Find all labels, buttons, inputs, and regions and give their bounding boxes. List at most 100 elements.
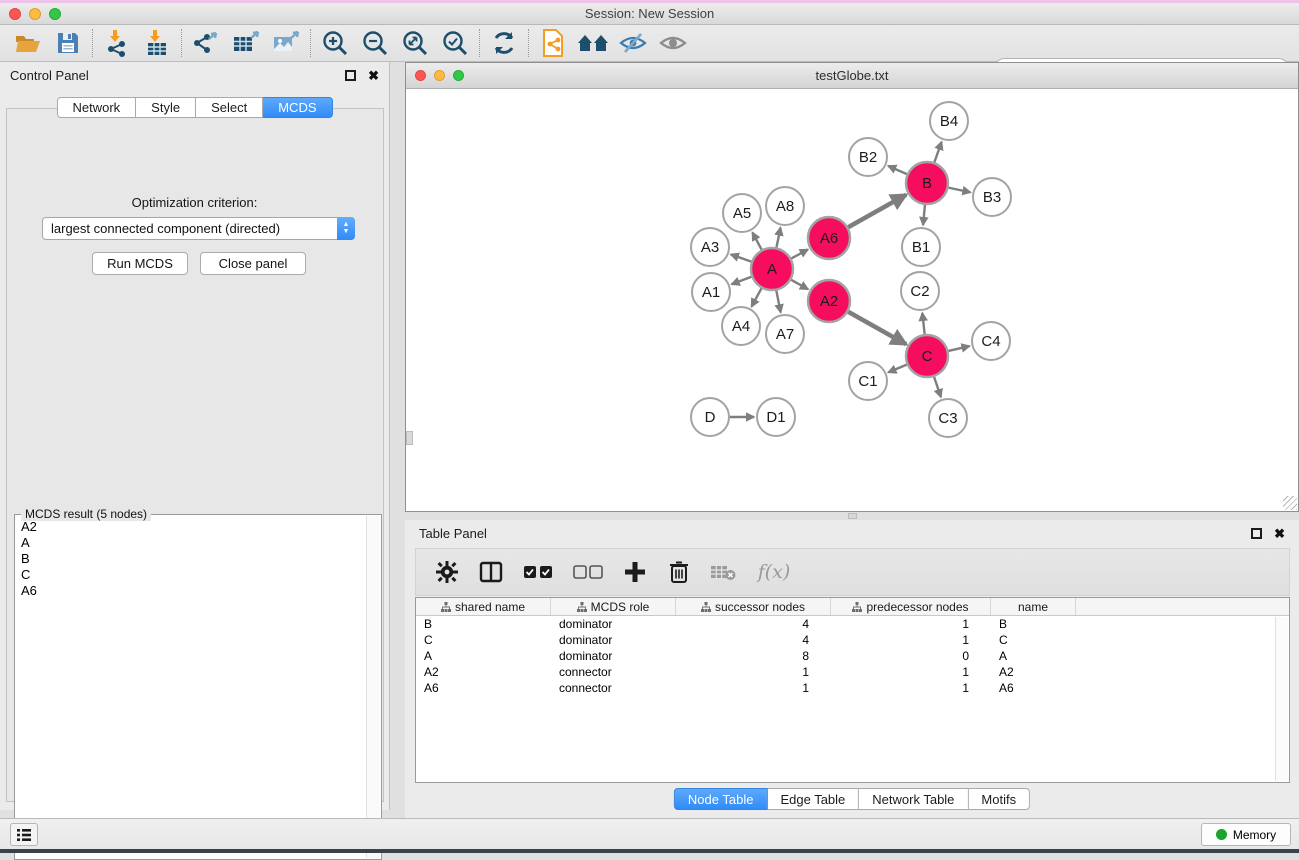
function-builder-button[interactable]: f(x) — [752, 557, 796, 587]
graph-node-A[interactable]: A — [751, 248, 793, 290]
window-resize-grip-icon[interactable] — [1283, 496, 1297, 510]
graph-node-B[interactable]: B — [906, 162, 948, 204]
create-column-button[interactable] — [620, 557, 650, 587]
cell-mcds-role[interactable]: connector — [551, 664, 676, 680]
zoom-out-button[interactable] — [355, 27, 395, 59]
zoom-in-button[interactable] — [315, 27, 355, 59]
splitter-grip[interactable] — [848, 513, 857, 519]
show-graphics-details-button[interactable] — [653, 27, 693, 59]
graph-node-C2[interactable]: C2 — [901, 272, 939, 310]
cell-mcds-role[interactable]: dominator — [551, 616, 676, 632]
tab-node-table[interactable]: Node Table — [674, 788, 768, 810]
cell-shared-name[interactable]: A2 — [416, 664, 551, 680]
export-network-button[interactable] — [186, 27, 226, 59]
select-all-columns-button[interactable] — [520, 557, 556, 587]
graph-node-C3[interactable]: C3 — [929, 399, 967, 437]
float-table-panel-icon[interactable] — [1251, 528, 1262, 539]
table-row[interactable]: Adominator80A — [416, 648, 1289, 664]
cell-name[interactable]: A6 — [991, 680, 1076, 696]
graph-node-A3[interactable]: A3 — [691, 228, 729, 266]
column-header-name[interactable]: name — [991, 598, 1076, 615]
minimize-window-button[interactable] — [29, 8, 41, 20]
cell-name[interactable]: A2 — [991, 664, 1076, 680]
run-mcds-button[interactable]: Run MCDS — [92, 252, 188, 275]
graph-edge-A-A4[interactable] — [752, 288, 762, 306]
mcds-result-item[interactable]: A2 — [16, 519, 366, 535]
cell-successor-nodes[interactable]: 1 — [676, 680, 831, 696]
memory-button[interactable]: Memory — [1201, 823, 1291, 846]
tab-motifs[interactable]: Motifs — [968, 788, 1030, 810]
network-minimize-button[interactable] — [434, 70, 445, 81]
graph-edge-A-A7[interactable] — [776, 291, 780, 313]
cell-successor-nodes[interactable]: 8 — [676, 648, 831, 664]
network-window-titlebar[interactable]: testGlobe.txt — [406, 63, 1298, 89]
close-panel-icon[interactable]: ✖ — [368, 70, 379, 81]
graph-node-A6[interactable]: A6 — [808, 217, 850, 259]
graph-node-C[interactable]: C — [906, 335, 948, 377]
graph-node-D1[interactable]: D1 — [757, 398, 795, 436]
graph-edge-A-A1[interactable] — [732, 277, 752, 284]
network-from-selection-button[interactable] — [533, 27, 573, 59]
graph-edge-C-C3[interactable] — [934, 377, 941, 397]
float-panel-icon[interactable] — [345, 70, 356, 81]
cell-mcds-role[interactable]: connector — [551, 680, 676, 696]
network-graph[interactable]: B4B2BB3A8A5A6A3B1AA1C2A2A4A7C4CC1C3DD1 — [406, 89, 1298, 510]
cell-name[interactable]: A — [991, 648, 1076, 664]
graph-node-A2[interactable]: A2 — [808, 280, 850, 322]
zoom-window-button[interactable] — [49, 8, 61, 20]
graph-edge-C-C2[interactable] — [922, 313, 924, 334]
graph-edge-A-A8[interactable] — [776, 228, 780, 248]
graph-edge-C-C1[interactable] — [888, 365, 906, 373]
show-column-button[interactable] — [476, 557, 506, 587]
graph-edge-A2-C[interactable] — [848, 312, 906, 344]
graph-node-B4[interactable]: B4 — [930, 102, 968, 140]
cell-shared-name[interactable]: B — [416, 616, 551, 632]
tab-network[interactable]: Network — [56, 97, 136, 118]
graph-edge-A-A6[interactable] — [791, 249, 808, 258]
zoom-fit-button[interactable] — [395, 27, 435, 59]
graph-node-B2[interactable]: B2 — [849, 138, 887, 176]
export-table-button[interactable] — [226, 27, 266, 59]
cell-predecessor-nodes[interactable]: 1 — [831, 616, 991, 632]
cell-mcds-role[interactable]: dominator — [551, 632, 676, 648]
graph-node-A5[interactable]: A5 — [723, 194, 761, 232]
canvas-left-grip[interactable] — [406, 431, 413, 445]
graph-node-B1[interactable]: B1 — [902, 228, 940, 266]
mcds-result-item[interactable]: A — [16, 535, 366, 551]
cell-predecessor-nodes[interactable]: 1 — [831, 632, 991, 648]
graph-edge-B-B1[interactable] — [923, 205, 925, 225]
mcds-result-item[interactable]: C — [16, 567, 366, 583]
network-zoom-button[interactable] — [453, 70, 464, 81]
mcds-result-list[interactable]: A2ABCA6 — [16, 519, 366, 858]
table-row[interactable]: A6connector11A6 — [416, 680, 1289, 696]
tab-edge-table[interactable]: Edge Table — [767, 788, 859, 810]
graph-edge-A-A5[interactable] — [752, 232, 761, 249]
graph-node-A1[interactable]: A1 — [692, 273, 730, 311]
close-panel-button[interactable]: Close panel — [200, 252, 306, 275]
cell-shared-name[interactable]: A — [416, 648, 551, 664]
network-close-button[interactable] — [415, 70, 426, 81]
optimization-criterion-select[interactable]: largest connected component (directed) ▲… — [42, 217, 355, 240]
graph-node-C1[interactable]: C1 — [849, 362, 887, 400]
tab-mcds[interactable]: MCDS — [263, 97, 332, 118]
cell-successor-nodes[interactable]: 4 — [676, 632, 831, 648]
graph-edge-B-B4[interactable] — [934, 142, 941, 163]
graph-edge-B-B2[interactable] — [888, 166, 907, 174]
import-table-button[interactable] — [137, 27, 177, 59]
graph-node-D[interactable]: D — [691, 398, 729, 436]
graph-node-A7[interactable]: A7 — [766, 315, 804, 353]
tab-network-table[interactable]: Network Table — [859, 788, 968, 810]
table-row[interactable]: Cdominator41C — [416, 632, 1289, 648]
graph-node-A8[interactable]: A8 — [766, 187, 804, 225]
graph-edge-A-A2[interactable] — [791, 280, 808, 289]
close-table-panel-icon[interactable]: ✖ — [1274, 528, 1285, 539]
unselect-all-columns-button[interactable] — [570, 557, 606, 587]
graph-edge-A-A3[interactable] — [731, 254, 752, 261]
delete-table-button[interactable] — [708, 557, 738, 587]
graph-node-A4[interactable]: A4 — [722, 307, 760, 345]
apply-layout-button[interactable] — [484, 27, 524, 59]
table-row[interactable]: A2connector11A2 — [416, 664, 1289, 680]
close-window-button[interactable] — [9, 8, 21, 20]
cell-mcds-role[interactable]: dominator — [551, 648, 676, 664]
graph-edge-A6-B[interactable] — [848, 195, 906, 227]
